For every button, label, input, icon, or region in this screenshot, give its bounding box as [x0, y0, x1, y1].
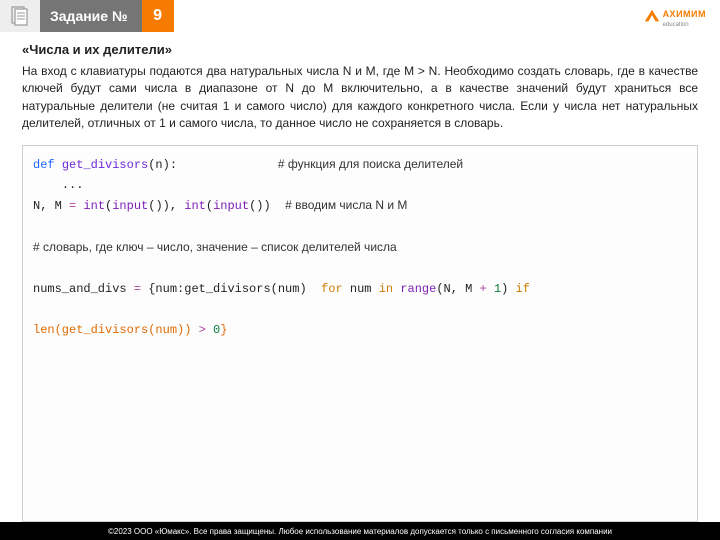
- brand-logo: АХИМИМ education: [643, 4, 706, 28]
- content: «Числа и их делители» На вход с клавиату…: [0, 32, 720, 139]
- code-block: def get_divisors(n): # функция для поиск…: [22, 145, 698, 522]
- logo-text: АХИМИМ: [663, 9, 706, 19]
- code: def get_divisors(n): # функция для поиск…: [23, 146, 697, 349]
- task-number: 9: [142, 0, 174, 32]
- subtitle: «Числа и их делители»: [22, 42, 698, 57]
- logo-sub: education: [663, 22, 706, 28]
- footer: ©2023 ООО «Юмакс». Все права защищены. Л…: [0, 522, 720, 540]
- logo-icon: [643, 7, 661, 25]
- header-spacer: АХИМИМ education: [174, 0, 720, 32]
- doc-icon: [0, 0, 40, 32]
- slide: Задание № 9 АХИМИМ education «Числа и их…: [0, 0, 720, 540]
- header: Задание № 9 АХИМИМ education: [0, 0, 720, 32]
- problem-text: На вход с клавиатуры подаются два натура…: [22, 63, 698, 133]
- header-title: Задание №: [40, 0, 142, 32]
